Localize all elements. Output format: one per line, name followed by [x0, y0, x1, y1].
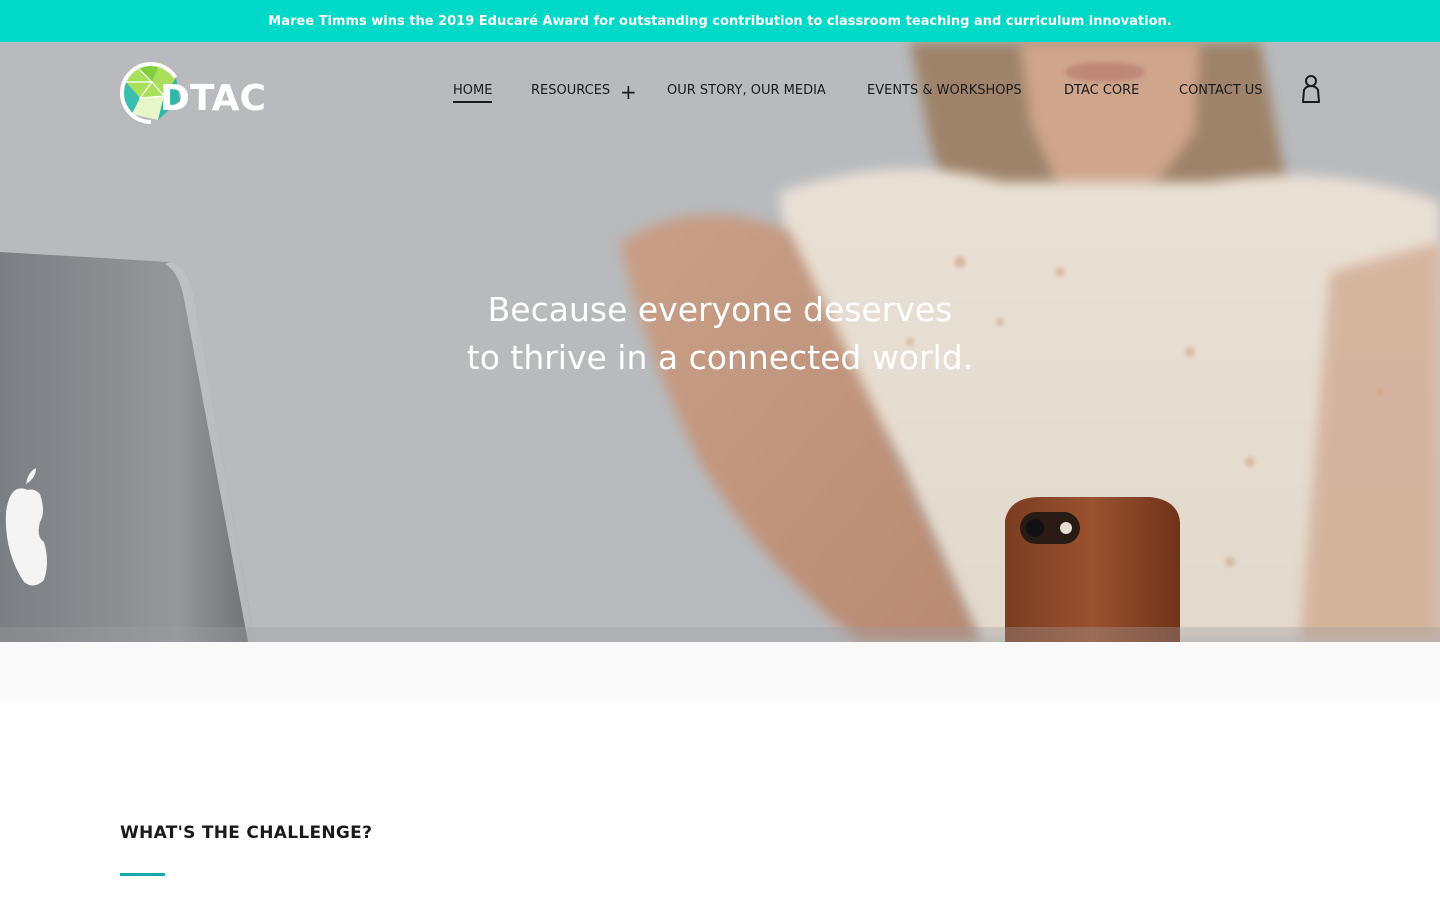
nav-events-workshops[interactable]: EVENTS & WORKSHOPS — [867, 83, 1022, 98]
plus-icon[interactable]: + — [620, 80, 637, 104]
nav-resources[interactable]: RESOURCES — [531, 83, 610, 98]
section-accent-rule — [120, 873, 165, 876]
hero-line-2: to thrive in a connected world. — [466, 338, 974, 377]
site-header: DTAC HOME RESOURCES + OUR STORY, OUR MED… — [0, 42, 1440, 142]
hero-section: DTAC HOME RESOURCES + OUR STORY, OUR MED… — [0, 42, 1440, 642]
section-title: WHAT'S THE CHALLENGE? — [120, 823, 373, 843]
announcement-bar[interactable]: Maree Timms wins the 2019 Educaré Award … — [0, 0, 1440, 42]
nav-dtac-core[interactable]: DTAC CORE — [1064, 83, 1139, 98]
nav-home[interactable]: HOME — [453, 83, 493, 103]
section-divider-strip — [0, 642, 1440, 702]
user-icon[interactable] — [1300, 74, 1322, 104]
hero-line-1: Because everyone deserves — [487, 290, 953, 329]
main-nav: HOME RESOURCES + OUR STORY, OUR MEDIA EV… — [0, 80, 1440, 105]
hero-headline: Because everyone deserves to thrive in a… — [0, 286, 1440, 382]
nav-contact-us[interactable]: CONTACT US — [1179, 83, 1263, 98]
nav-our-story[interactable]: OUR STORY, OUR MEDIA — [667, 83, 826, 98]
announcement-text[interactable]: Maree Timms wins the 2019 Educaré Award … — [268, 14, 1171, 29]
